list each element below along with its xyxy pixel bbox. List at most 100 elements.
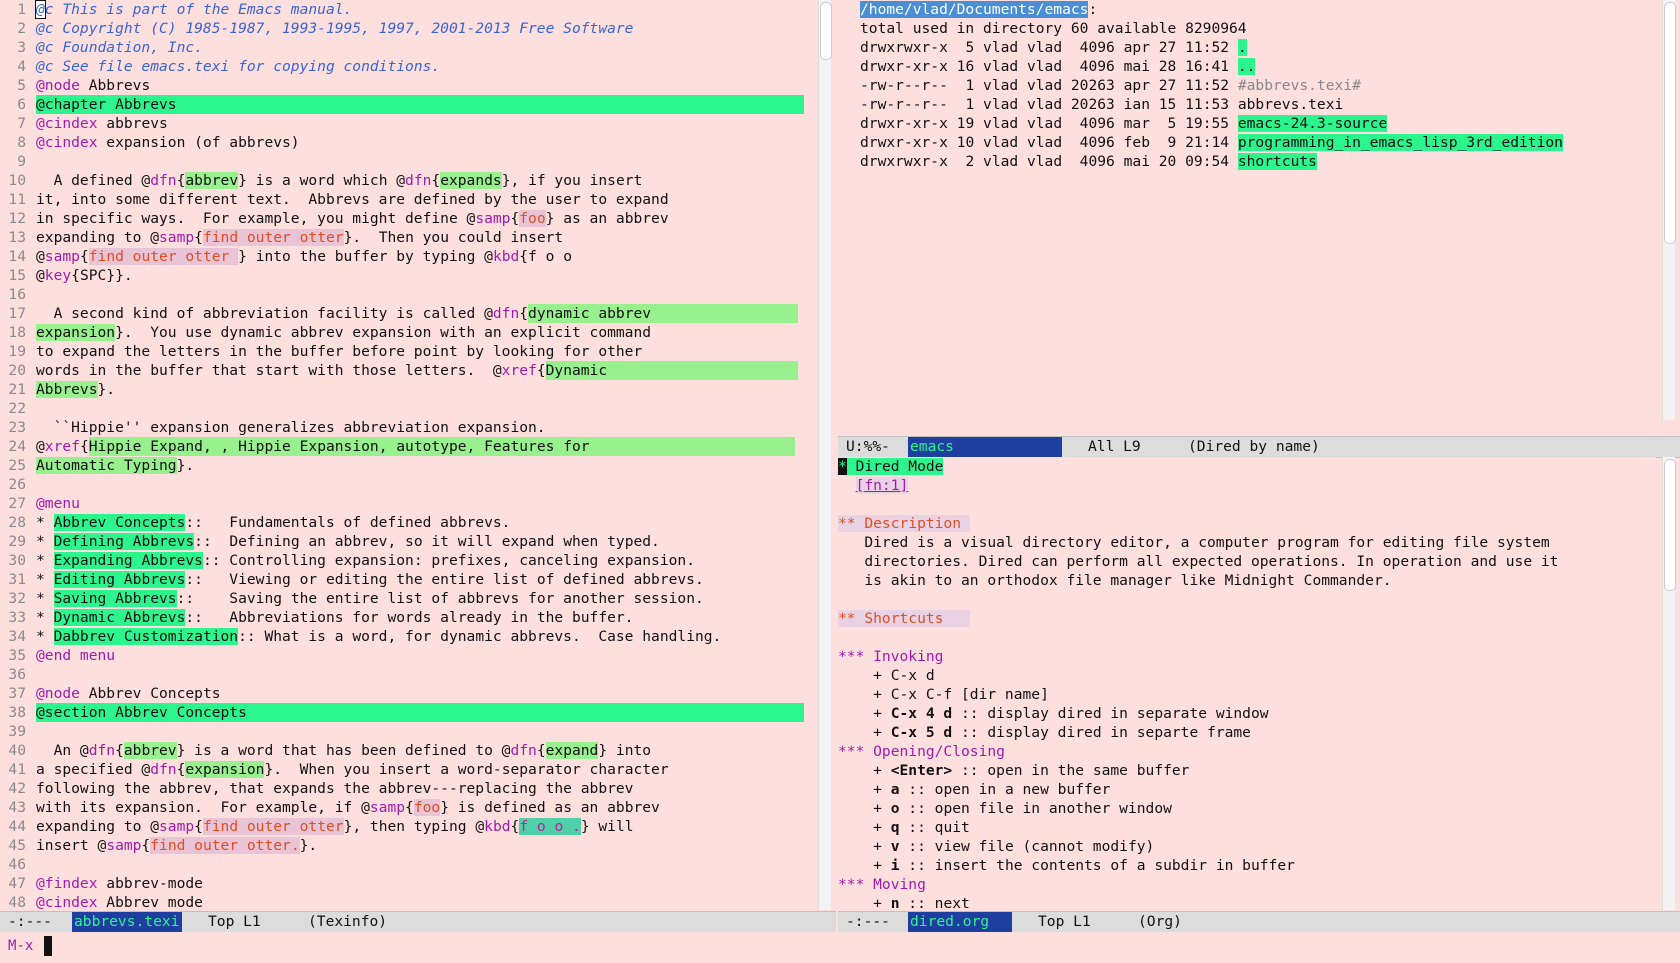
org-line: *** Opening/Closing bbox=[838, 743, 1005, 760]
org-line: directories. Dired can perform all expec… bbox=[838, 553, 1559, 570]
dired-row[interactable]: -rw-r--r-- 1 vlad vlad 20263 ian 15 11:5… bbox=[860, 95, 1343, 114]
modeline-buffer-name[interactable]: emacs bbox=[908, 437, 1062, 457]
org-line: + C-x 4 d :: display dired in separate w… bbox=[838, 705, 1269, 722]
left-window-tail: 47 @findex abbrev-mode 48 @cindex Abbrev m… bbox=[0, 874, 816, 914]
left-window-texinfo[interactable]: 1 @c This is part of the Emacs manual. 2 @… bbox=[0, 0, 816, 880]
minibuffer-cursor bbox=[44, 936, 52, 956]
modeline-status: -:--- bbox=[846, 913, 890, 930]
code-line: 16 bbox=[8, 286, 26, 303]
org-line: + i :: insert the contents of a subdir i… bbox=[838, 857, 1295, 874]
code-line: 1 @c This is part of the Emacs manual. bbox=[17, 0, 353, 19]
code-line: 2 @c Copyright (C) 1985-1987, 1993-1995, … bbox=[17, 20, 634, 37]
code-line: 29 * Defining Abbrevs:: Defining an abbre… bbox=[8, 533, 660, 550]
code-line: 30 * Expanding Abbrevs:: Controlling expa… bbox=[8, 552, 695, 569]
code-line: 47 @findex abbrev-mode bbox=[8, 875, 203, 892]
code-line: 3 @c Foundation, Inc. bbox=[17, 39, 203, 56]
code-line: 20 words in the buffer that start with th… bbox=[0, 361, 798, 380]
dired-row[interactable]: drwxr-xr-x 10 vlad vlad 4096 feb 9 21:14… bbox=[860, 133, 1563, 152]
code-line: 13 expanding to @samp{find outer otter}. … bbox=[8, 229, 564, 246]
dired-row[interactable]: drwxr-xr-x 19 vlad vlad 4096 mar 5 19:55… bbox=[860, 114, 1388, 133]
org-line: + a :: open in a new buffer bbox=[838, 781, 1111, 798]
code-line: 40 An @dfn{abbrev} is a word that has be… bbox=[8, 742, 652, 759]
code-line: 26 bbox=[8, 476, 26, 493]
code-line: 9 bbox=[17, 153, 26, 170]
code-line: 21 Abbrevs}. bbox=[8, 381, 116, 398]
modeline-status: U:%%- bbox=[846, 438, 890, 455]
org-line: + v :: view file (cannot modify) bbox=[838, 838, 1155, 855]
code-line: 34 * Dabbrev Customization:: What is a wo… bbox=[8, 628, 722, 645]
code-line: 22 bbox=[8, 400, 26, 417]
modeline-mode: (Dired by name) bbox=[1188, 438, 1320, 455]
org-line: ** Description bbox=[838, 515, 970, 532]
minibuffer-prompt: M-x bbox=[8, 938, 34, 954]
code-line: 43 with its expansion. For example, if @s… bbox=[8, 799, 660, 816]
code-line: 39 bbox=[8, 723, 26, 740]
org-line: + C-x 5 d :: display dired in separte fr… bbox=[838, 724, 1251, 741]
code-line: 5 @node Abbrevs bbox=[17, 77, 151, 94]
code-line: 15 @key{SPC}}. bbox=[8, 267, 133, 284]
org-line: ** Shortcuts bbox=[838, 610, 970, 627]
right-bottom-window-org[interactable]: * Dired Mode [fn:1] ** Description Dired… bbox=[838, 457, 1656, 910]
code-line: 11 it, into some different text. Abbrevs … bbox=[8, 191, 669, 208]
code-line: 46 bbox=[8, 856, 26, 873]
modeline-buffer-name[interactable]: dired.org bbox=[908, 912, 1012, 932]
right-bottom-scrollbar[interactable] bbox=[1662, 457, 1676, 910]
dired-row[interactable]: drwxr-xr-x 16 vlad vlad 4096 mai 28 16:4… bbox=[860, 57, 1256, 76]
org-line: + o :: open file in another window bbox=[838, 800, 1172, 817]
left-scrollbar[interactable] bbox=[818, 0, 832, 910]
code-line: 28 * Abbrev Concepts:: Fundamentals of de… bbox=[8, 514, 511, 531]
minibuffer[interactable]: M-x bbox=[0, 932, 1680, 963]
code-line: 36 bbox=[8, 666, 26, 683]
org-line: + C-x d bbox=[838, 667, 935, 684]
code-line: 42 following the abbrev, that expands the… bbox=[8, 780, 634, 797]
code-line: 31 * Editing Abbrevs:: Viewing or editing… bbox=[8, 571, 704, 588]
code-line: 7 @cindex abbrevs bbox=[17, 115, 168, 132]
right-bottom-scrollbar-thumb[interactable] bbox=[1664, 459, 1676, 591]
modeline-position: Top L1 bbox=[208, 913, 261, 930]
org-line: + C-x C-f [dir name] bbox=[838, 686, 1049, 703]
code-line: 14 @samp{find outer otter } into the buff… bbox=[8, 248, 573, 265]
code-line: 4 @c See file emacs.texi for copying cond… bbox=[17, 58, 441, 75]
modeline-buffer-name[interactable]: abbrevs.texi bbox=[72, 912, 182, 932]
code-line: 35 @end menu bbox=[8, 647, 116, 664]
org-line: Dired is a visual directory editor, a co… bbox=[838, 534, 1550, 551]
modeline-mode: (Org) bbox=[1138, 913, 1182, 930]
left-scrollbar-thumb[interactable] bbox=[820, 2, 832, 60]
right-top-scrollbar[interactable] bbox=[1662, 0, 1676, 420]
right-top-window-dired[interactable]: /home/vlad/Documents/emacs: total used i… bbox=[860, 0, 1660, 435]
org-line: *** Invoking bbox=[838, 648, 944, 665]
modeline-position: Top L1 bbox=[1038, 913, 1091, 930]
org-line: + n :: next bbox=[838, 895, 970, 910]
code-line: 45 insert @samp{find outer otter.}. bbox=[8, 837, 318, 854]
org-line: [fn:1] bbox=[855, 477, 909, 494]
org-line: + q :: quit bbox=[838, 819, 970, 836]
modeline-mode: (Texinfo) bbox=[308, 913, 388, 930]
code-line: 48 @cindex Abbrev mode bbox=[8, 894, 203, 911]
code-line: 38 @section Abbrev Concepts bbox=[0, 703, 804, 722]
right-top-modeline[interactable]: U:%%- emacs All L9 (Dired by name) bbox=[838, 436, 1680, 458]
org-line: *** Moving bbox=[838, 876, 926, 893]
code-line: 24 @xref{Hippie Expand, , Hippie Expansio… bbox=[0, 437, 795, 456]
right-bottom-modeline[interactable]: -:--- dired.org Top L1 (Org) bbox=[838, 911, 1680, 933]
dired-row[interactable]: -rw-r--r-- 1 vlad vlad 20263 apr 27 11:5… bbox=[860, 76, 1361, 95]
org-line: * Dired Mode bbox=[838, 458, 944, 475]
dired-path[interactable]: /home/vlad/Documents/emacs bbox=[860, 1, 1089, 18]
modeline-position: All L9 bbox=[1088, 438, 1141, 455]
code-line: 25 Automatic Typing}. bbox=[8, 457, 195, 474]
code-line: 41 a specified @dfn{expansion}. When you … bbox=[8, 761, 669, 778]
dired-total: total used in directory 60 available 829… bbox=[860, 20, 1247, 37]
code-line: 19 to expand the letters in the buffer be… bbox=[8, 343, 643, 360]
code-line: 27 @menu bbox=[8, 495, 80, 512]
code-line: 32 * Saving Abbrevs:: Saving the entire l… bbox=[8, 590, 704, 607]
left-modeline[interactable]: -:--- abbrevs.texi Top L1 (Texinfo) bbox=[0, 911, 836, 933]
code-line: 44 expanding to @samp{find outer otter}, … bbox=[8, 818, 634, 835]
org-line: + <Enter> :: open in the same buffer bbox=[838, 762, 1190, 779]
org-line: is akin to an orthodox file manager like… bbox=[838, 572, 1392, 589]
code-line: 33 * Dynamic Abbrevs:: Abbreviations for … bbox=[8, 609, 634, 626]
dired-row[interactable]: drwxrwxr-x 5 vlad vlad 4096 apr 27 11:52… bbox=[860, 38, 1247, 57]
emacs-frame: 1 @c This is part of the Emacs manual. 2 @… bbox=[0, 0, 1680, 963]
code-line: 23 ``Hippie'' expansion generalizes abbr… bbox=[8, 419, 546, 436]
dired-row[interactable]: drwxrwxr-x 2 vlad vlad 4096 mai 20 09:54… bbox=[860, 152, 1317, 171]
right-top-scrollbar-thumb[interactable] bbox=[1664, 2, 1676, 244]
code-line: 12 in specific ways. For example, you mig… bbox=[8, 210, 669, 227]
